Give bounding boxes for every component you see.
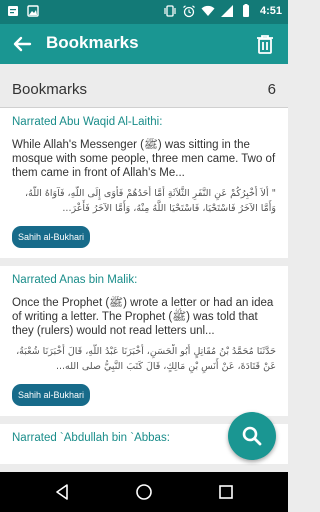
section-header: Bookmarks 6 xyxy=(0,70,288,108)
narrator: Narrated Anas bin Malik: xyxy=(12,274,138,286)
section-label: Bookmarks xyxy=(12,81,88,98)
bookmark-count: 6 xyxy=(267,81,276,98)
search-button[interactable] xyxy=(228,412,276,460)
navigation-bar xyxy=(0,472,288,512)
status-bar: 4:51 xyxy=(0,0,288,24)
wifi-icon xyxy=(201,5,215,16)
list-item[interactable]: Narrated Abu Waqid Al-Laithi: While Alla… xyxy=(0,108,288,266)
source-chip[interactable]: Sahih al-Bukhari xyxy=(12,226,91,248)
arrow-back-icon[interactable] xyxy=(8,30,36,58)
source-chip[interactable]: Sahih al-Bukhari xyxy=(12,384,91,406)
back-icon[interactable] xyxy=(52,482,72,502)
narrator: Narrated Abu Waqid Al-Laithi: xyxy=(12,116,163,128)
battery-icon xyxy=(242,4,249,17)
arabic-text: حَدَّثَنَا مُحَمَّدُ بْنُ مُقَاتِلٍ أَبُ… xyxy=(16,346,276,372)
english-text: While Allah's Messenger (ﷺ) was sitting … xyxy=(12,139,276,179)
page-title: Bookmarks xyxy=(46,33,139,52)
photo-icon xyxy=(27,5,39,17)
app-bar: Bookmarks xyxy=(0,24,288,64)
signal-icon xyxy=(220,5,233,17)
arabic-text: " أَلاَ أُخْبِرُكُمْ عَنِ النَّفَرِ الثَ… xyxy=(25,188,276,214)
list-item[interactable]: Narrated Anas bin Malik: Once the Prophe… xyxy=(0,266,288,424)
status-time: 4:51 xyxy=(259,5,282,17)
recents-icon[interactable] xyxy=(216,482,236,502)
search-icon xyxy=(242,426,262,446)
notification-icon xyxy=(8,6,18,16)
bookmarks-list[interactable]: Bookmarks 6 Narrated Abu Waqid Al-Laithi… xyxy=(0,64,288,472)
vibrate-icon xyxy=(164,5,176,17)
home-icon[interactable] xyxy=(134,482,154,502)
english-text: Once the Prophet (ﷺ) wrote a letter or h… xyxy=(12,297,274,337)
alarm-icon xyxy=(183,5,195,18)
trash-icon[interactable] xyxy=(252,31,278,57)
